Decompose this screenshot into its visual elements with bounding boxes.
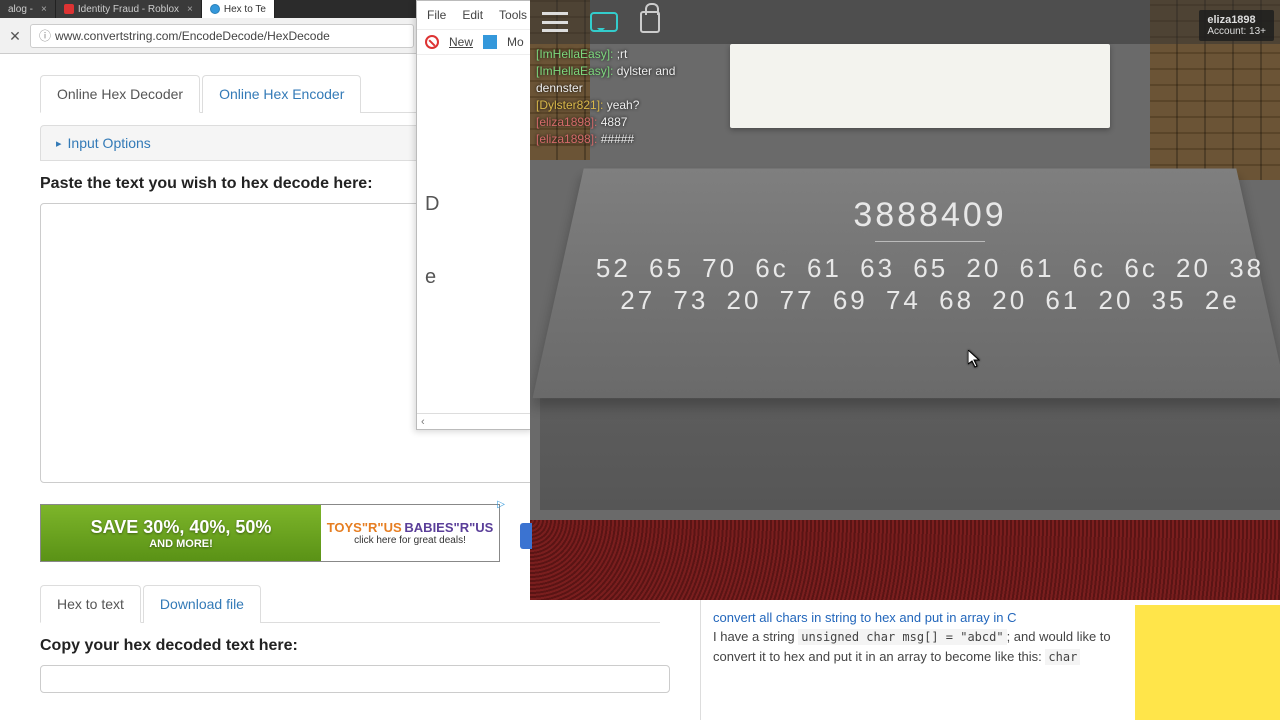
tab-2-label: Identity Fraud - Roblox [78, 4, 179, 15]
spinner-icon [210, 4, 220, 14]
menu-edit[interactable]: Edit [462, 8, 483, 22]
chat-line: [ImHellaEasy]: dylster and [536, 63, 756, 80]
menu-tools[interactable]: Tools [499, 8, 527, 22]
secondary-body-text-1: D [425, 193, 525, 216]
tab-1[interactable]: alog - × [0, 0, 56, 18]
menu-file[interactable]: File [427, 8, 446, 22]
roblox-game-window: eliza1898 Account: 13+ [ImHellaEasy]: ;r… [530, 0, 1280, 600]
account-badge[interactable]: eliza1898 Account: 13+ [1199, 10, 1274, 41]
info-icon: ⓘ [39, 27, 51, 44]
tab-download-file[interactable]: Download file [143, 585, 261, 623]
close-icon[interactable]: × [41, 4, 47, 15]
qa-link[interactable]: convert all chars in string to hex and p… [713, 610, 1016, 625]
qa-code-1: unsigned char msg[] = "abcd" [798, 629, 1006, 645]
chat-line: dennster [536, 80, 756, 97]
copy-label: Copy your hex decoded text here: [40, 637, 660, 655]
mo-icon[interactable] [483, 35, 497, 49]
tab-3[interactable]: Hex to Te [202, 0, 275, 18]
hex-row-1: 52 65 70 6c 61 63 65 20 61 6c 6c 20 38 [590, 252, 1270, 284]
tab-2[interactable]: Identity Fraud - Roblox × [56, 0, 202, 18]
chat-line: [eliza1898]: 4887 [536, 114, 756, 131]
secondary-toolbar: New Mo [417, 29, 533, 55]
secondary-body-text-2: e [425, 266, 525, 289]
floor [530, 520, 1280, 600]
ad-headline: SAVE 30%, 40%, 50% [91, 517, 272, 538]
adchoices-icon[interactable]: ▷ [497, 499, 505, 510]
browser-tab-strip: alog - × Identity Fraud - Roblox × Hex to … [0, 0, 420, 18]
ad-brand-1: TOYS"R"US [327, 520, 402, 535]
ad-cta: click here for great deals! [354, 535, 466, 546]
address-bar: ✕ ⓘ www.convertstring.com/EncodeDecode/He… [0, 18, 420, 54]
display-number: 3888409 [590, 196, 1270, 235]
display-divider [875, 241, 985, 242]
qa-code-2: char [1045, 649, 1080, 665]
partial-blue-button[interactable] [520, 523, 532, 549]
chat-line: [eliza1898]: ##### [536, 131, 756, 148]
tab-hex-decoder[interactable]: Online Hex Decoder [40, 75, 200, 113]
close-icon[interactable]: × [187, 4, 193, 15]
account-name: eliza1898 [1207, 14, 1266, 26]
hex-output-textarea[interactable] [40, 665, 670, 693]
chat-log: [ImHellaEasy]: ;rt [ImHellaEasy]: dylste… [536, 46, 756, 148]
stop-icon[interactable]: ✕ [6, 27, 24, 45]
hamburger-icon[interactable] [542, 12, 568, 32]
mo-button[interactable]: Mo [507, 35, 524, 49]
ad-subhead: AND MORE! [149, 538, 213, 550]
tab-hex-encoder[interactable]: Online Hex Encoder [202, 75, 361, 113]
ad-left: SAVE 30%, 40%, 50% AND MORE! [41, 517, 321, 550]
tab-hex-to-text[interactable]: Hex to text [40, 585, 141, 623]
ad-brand-2: BABIES"R"US [404, 520, 493, 535]
hex-row-2: 27 73 20 77 69 74 68 20 61 20 35 2e [590, 284, 1270, 316]
input-options-label: Input Options [68, 135, 151, 151]
triangle-right-icon: ▸ [56, 137, 62, 150]
ad-right: TOYS"R"US BABIES"R"US click here for gre… [321, 505, 499, 561]
secondary-body: D e [417, 55, 533, 395]
roblox-favicon-icon [64, 4, 74, 14]
pedestal-base [540, 380, 1280, 510]
secondary-menu-bar: File Edit Tools [417, 1, 533, 29]
secondary-window: File Edit Tools New Mo D e ‹ [416, 0, 534, 430]
chat-line: [ImHellaEasy]: ;rt [536, 46, 756, 63]
ad-banner[interactable]: SAVE 30%, 40%, 50% AND MORE! TOYS"R"US B… [40, 504, 500, 562]
qa-text-1: I have a string [713, 629, 798, 644]
tab-3-label: Hex to Te [224, 4, 266, 15]
inventory-lock-icon[interactable] [640, 11, 660, 33]
mouse-cursor-icon [968, 350, 980, 368]
url-text: www.convertstring.com/EncodeDecode/HexDe… [55, 29, 330, 43]
secondary-scrollbar[interactable]: ‹ [417, 413, 533, 429]
puzzle-display: 3888409 52 65 70 6c 61 63 65 20 61 6c 6c… [590, 196, 1270, 316]
url-input[interactable]: ⓘ www.convertstring.com/EncodeDecode/HexD… [30, 24, 414, 48]
related-question-panel: convert all chars in string to hex and p… [700, 600, 1130, 720]
account-age: Account: 13+ [1207, 26, 1266, 37]
chat-input-panel[interactable] [730, 44, 1110, 128]
chat-icon[interactable] [590, 12, 618, 32]
yellow-sidebar-fragment [1135, 605, 1280, 720]
roblox-topbar [530, 0, 1280, 44]
new-doc-icon[interactable] [425, 35, 439, 49]
tab-1-label: alog - [8, 4, 33, 15]
new-button[interactable]: New [449, 35, 473, 49]
chat-line: [Dylster821]: yeah? [536, 97, 756, 114]
